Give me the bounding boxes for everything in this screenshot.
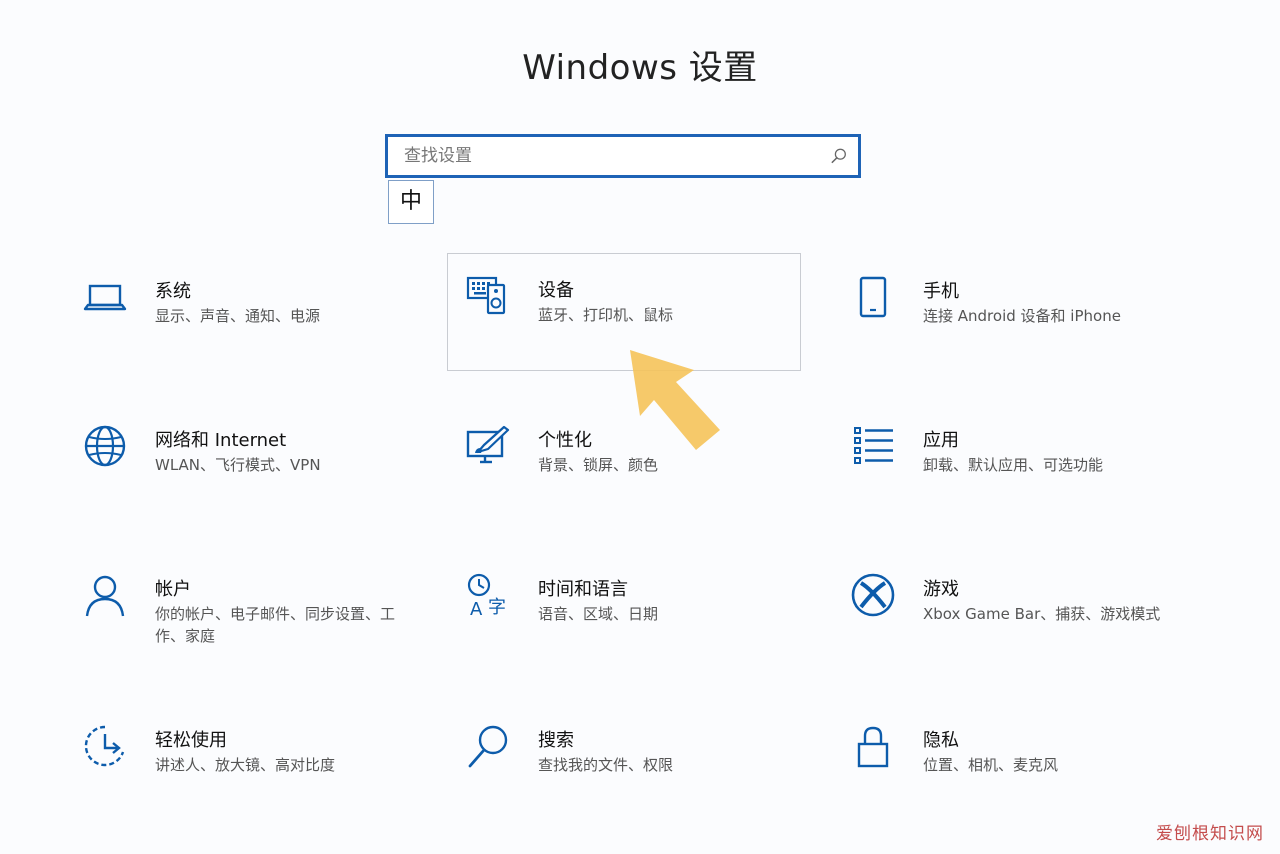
tile-gaming[interactable]: 游戏 Xbox Game Bar、捕获、游戏模式 [832, 552, 1186, 670]
tile-desc: 查找我的文件、权限 [538, 756, 674, 774]
tile-name: 游戏 [923, 579, 959, 600]
tile-network[interactable]: 网络和 Internet WLAN、飞行模式、VPN [64, 403, 418, 521]
devices-icon [466, 276, 506, 315]
tile-desc: 卸载、默认应用、可选功能 [923, 456, 1104, 474]
tile-phone[interactable]: 手机 连接 Android 设备和 iPhone [832, 254, 1186, 372]
tile-desc: 位置、相机、麦克风 [923, 756, 1059, 774]
lock-icon [857, 726, 889, 768]
tile-name: 应用 [923, 430, 959, 451]
tile-name: 设备 [538, 280, 574, 301]
tile-name: 搜索 [538, 730, 574, 751]
tile-system[interactable]: 系统 显示、声音、通知、电源 [64, 254, 418, 372]
search-icon[interactable] [830, 147, 848, 165]
tile-ease-of-access[interactable]: 轻松使用 讲述人、放大镜、高对比度 [64, 703, 418, 821]
page-title: Windows 设置 [522, 48, 758, 88]
tile-name: 时间和语言 [538, 579, 628, 600]
laptop-icon [83, 284, 127, 311]
tile-desc: Xbox Game Bar、捕获、游戏模式 [923, 605, 1161, 623]
tile-desc: 连接 Android 设备和 iPhone [923, 307, 1121, 325]
tile-name: 手机 [923, 281, 959, 302]
phone-icon [859, 276, 887, 318]
tile-apps[interactable]: 应用 卸载、默认应用、可选功能 [832, 403, 1186, 521]
apps-list-icon [854, 427, 893, 464]
globe-icon [84, 425, 126, 467]
time-language-icon: A 字 [467, 573, 506, 619]
tile-name: 轻松使用 [155, 730, 227, 751]
search-box[interactable] [385, 134, 861, 178]
tile-name: 帐户 [155, 579, 191, 600]
svg-text:字: 字 [488, 597, 506, 618]
tile-time-language[interactable]: A 字 时间和语言 语音、区域、日期 [447, 552, 801, 670]
tile-name: 隐私 [923, 730, 959, 751]
tile-name: 个性化 [538, 430, 592, 451]
personalization-icon [466, 425, 510, 464]
pointer-arrow-icon [630, 350, 720, 450]
tile-desc: WLAN、飞行模式、VPN [155, 456, 321, 474]
tile-name: 系统 [155, 281, 191, 302]
ease-of-access-icon [84, 725, 125, 767]
tile-name: 网络和 Internet [155, 430, 287, 451]
search-magnifier-icon [468, 725, 508, 768]
person-icon [85, 575, 125, 617]
watermark: 爱刨根知识网 [1156, 824, 1264, 844]
tile-desc: 蓝牙、打印机、鼠标 [538, 306, 674, 324]
svg-text:A: A [470, 599, 483, 619]
tile-privacy[interactable]: 隐私 位置、相机、麦克风 [832, 703, 1186, 821]
tile-desc: 显示、声音、通知、电源 [155, 307, 321, 325]
tile-desc: 讲述人、放大镜、高对比度 [155, 756, 336, 774]
tile-accounts[interactable]: 帐户 你的帐户、电子邮件、同步设置、工作、家庭 [64, 552, 418, 670]
tile-search[interactable]: 搜索 查找我的文件、权限 [447, 703, 801, 821]
search-input[interactable] [388, 137, 818, 175]
xbox-icon [851, 573, 895, 617]
tile-desc: 你的帐户、电子邮件、同步设置、工作、家庭 [155, 605, 396, 645]
tile-desc: 语音、区域、日期 [538, 605, 659, 623]
ime-indicator[interactable]: 中 [388, 180, 434, 224]
